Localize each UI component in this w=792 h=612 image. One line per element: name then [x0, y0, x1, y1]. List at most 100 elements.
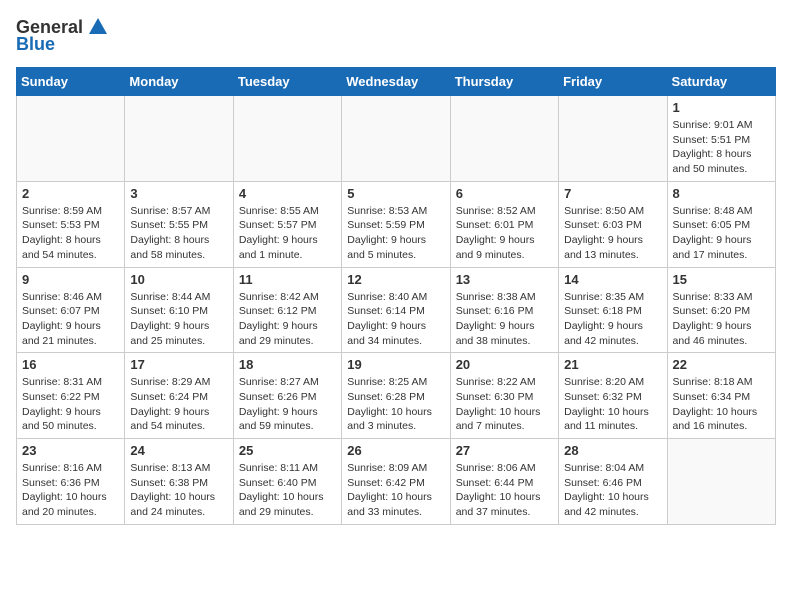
calendar-cell: 8Sunrise: 8:48 AM Sunset: 6:05 PM Daylig… — [667, 181, 775, 267]
calendar-week-row: 2 Sunrise: 8:59 AM Sunset: 5:53 PM Daylig… — [17, 181, 776, 267]
calendar-cell: 23 Sunrise: 8:16 AM Sunset: 6:36 PM Dayli… — [17, 439, 125, 525]
day-info: Sunrise: 8:06 AM Sunset: 6:44 PM Dayligh… — [456, 461, 553, 520]
calendar-cell: 26 Sunrise: 8:09 AM Sunset: 6:42 PM Dayli… — [342, 439, 450, 525]
calendar-cell: 5 Sunrise: 8:53 AM Sunset: 5:59 PM Daylig… — [342, 181, 450, 267]
day-number: 5 — [347, 186, 444, 201]
day-number: 16 — [22, 357, 119, 372]
day-number: 19 — [347, 357, 444, 372]
day-number: 25 — [239, 443, 336, 458]
calendar-cell: 3Sunrise: 8:57 AM Sunset: 5:55 PM Daylig… — [125, 181, 233, 267]
day-number: 12 — [347, 272, 444, 287]
calendar-cell — [233, 96, 341, 182]
day-info: Sunrise: 8:22 AM Sunset: 6:30 PM Dayligh… — [456, 375, 553, 434]
calendar-cell: 15 Sunrise: 8:33 AM Sunset: 6:20 PM Dayli… — [667, 267, 775, 353]
day-info: Sunrise: 8:16 AM Sunset: 6:36 PM Dayligh… — [22, 461, 119, 520]
calendar-cell: 16 Sunrise: 8:31 AM Sunset: 6:22 PM Dayli… — [17, 353, 125, 439]
weekday-header: Saturday — [667, 68, 775, 96]
calendar-cell — [342, 96, 450, 182]
calendar-cell: 10 Sunrise: 8:44 AM Sunset: 6:10 PM Dayli… — [125, 267, 233, 353]
day-number: 24 — [130, 443, 227, 458]
day-number: 26 — [347, 443, 444, 458]
day-number: 28 — [564, 443, 661, 458]
day-info: Sunrise: 8:44 AM Sunset: 6:10 PM Dayligh… — [130, 290, 227, 349]
day-number: 7 — [564, 186, 661, 201]
weekday-header: Friday — [559, 68, 667, 96]
weekday-header: Wednesday — [342, 68, 450, 96]
day-number: 21 — [564, 357, 661, 372]
calendar-week-row: 23 Sunrise: 8:16 AM Sunset: 6:36 PM Dayli… — [17, 439, 776, 525]
day-number: 23 — [22, 443, 119, 458]
calendar-cell — [17, 96, 125, 182]
calendar-cell — [125, 96, 233, 182]
logo-blue-text: Blue — [16, 34, 55, 55]
day-info: Sunrise: 8:52 AM Sunset: 6:01 PM Dayligh… — [456, 204, 553, 263]
day-info: Sunrise: 8:53 AM Sunset: 5:59 PM Dayligh… — [347, 204, 444, 263]
calendar-cell: 2 Sunrise: 8:59 AM Sunset: 5:53 PM Daylig… — [17, 181, 125, 267]
day-info: Sunrise: 8:48 AM Sunset: 6:05 PM Dayligh… — [673, 204, 770, 263]
calendar-cell: 27 Sunrise: 8:06 AM Sunset: 6:44 PM Dayli… — [450, 439, 558, 525]
day-number: 14 — [564, 272, 661, 287]
day-number: 9 — [22, 272, 119, 287]
day-info: Sunrise: 8:11 AM Sunset: 6:40 PM Dayligh… — [239, 461, 336, 520]
weekday-header: Monday — [125, 68, 233, 96]
calendar-cell: 28 Sunrise: 8:04 AM Sunset: 6:46 PM Dayli… — [559, 439, 667, 525]
day-info: Sunrise: 8:31 AM Sunset: 6:22 PM Dayligh… — [22, 375, 119, 434]
day-info: Sunrise: 8:18 AM Sunset: 6:34 PM Dayligh… — [673, 375, 770, 434]
day-number: 17 — [130, 357, 227, 372]
day-info: Sunrise: 8:55 AM Sunset: 5:57 PM Dayligh… — [239, 204, 336, 263]
day-number: 6 — [456, 186, 553, 201]
calendar-cell: 11Sunrise: 8:42 AM Sunset: 6:12 PM Dayli… — [233, 267, 341, 353]
calendar-cell: 17 Sunrise: 8:29 AM Sunset: 6:24 PM Dayli… — [125, 353, 233, 439]
calendar-cell: 24 Sunrise: 8:13 AM Sunset: 6:38 PM Dayli… — [125, 439, 233, 525]
day-number: 4 — [239, 186, 336, 201]
day-number: 2 — [22, 186, 119, 201]
calendar-cell: 7Sunrise: 8:50 AM Sunset: 6:03 PM Daylig… — [559, 181, 667, 267]
day-number: 18 — [239, 357, 336, 372]
calendar-cell: 18 Sunrise: 8:27 AM Sunset: 6:26 PM Dayli… — [233, 353, 341, 439]
day-number: 20 — [456, 357, 553, 372]
logo: General Blue — [16, 16, 109, 55]
day-info: Sunrise: 8:09 AM Sunset: 6:42 PM Dayligh… — [347, 461, 444, 520]
calendar-cell: 19Sunrise: 8:25 AM Sunset: 6:28 PM Dayli… — [342, 353, 450, 439]
calendar-cell: 25 Sunrise: 8:11 AM Sunset: 6:40 PM Dayli… — [233, 439, 341, 525]
day-info: Sunrise: 8:57 AM Sunset: 5:55 PM Dayligh… — [130, 204, 227, 263]
day-info: Sunrise: 8:13 AM Sunset: 6:38 PM Dayligh… — [130, 461, 227, 520]
day-number: 1 — [673, 100, 770, 115]
day-info: Sunrise: 8:27 AM Sunset: 6:26 PM Dayligh… — [239, 375, 336, 434]
day-info: Sunrise: 8:33 AM Sunset: 6:20 PM Dayligh… — [673, 290, 770, 349]
calendar-cell: 13Sunrise: 8:38 AM Sunset: 6:16 PM Dayli… — [450, 267, 558, 353]
calendar-cell: 1 Sunrise: 9:01 AM Sunset: 5:51 PM Daylig… — [667, 96, 775, 182]
calendar-cell — [450, 96, 558, 182]
calendar-cell: 21Sunrise: 8:20 AM Sunset: 6:32 PM Dayli… — [559, 353, 667, 439]
weekday-header: Tuesday — [233, 68, 341, 96]
day-info: Sunrise: 8:59 AM Sunset: 5:53 PM Dayligh… — [22, 204, 119, 263]
day-info: Sunrise: 9:01 AM Sunset: 5:51 PM Dayligh… — [673, 118, 770, 177]
calendar-week-row: 9 Sunrise: 8:46 AM Sunset: 6:07 PM Daylig… — [17, 267, 776, 353]
calendar-cell: 12Sunrise: 8:40 AM Sunset: 6:14 PM Dayli… — [342, 267, 450, 353]
calendar-cell: 14 Sunrise: 8:35 AM Sunset: 6:18 PM Dayli… — [559, 267, 667, 353]
day-info: Sunrise: 8:35 AM Sunset: 6:18 PM Dayligh… — [564, 290, 661, 349]
logo-icon — [87, 16, 109, 38]
calendar-cell: 9 Sunrise: 8:46 AM Sunset: 6:07 PM Daylig… — [17, 267, 125, 353]
calendar-week-row: 16 Sunrise: 8:31 AM Sunset: 6:22 PM Dayli… — [17, 353, 776, 439]
day-info: Sunrise: 8:04 AM Sunset: 6:46 PM Dayligh… — [564, 461, 661, 520]
header: General Blue — [16, 16, 776, 55]
day-number: 15 — [673, 272, 770, 287]
calendar-header-row: SundayMondayTuesdayWednesdayThursdayFrid… — [17, 68, 776, 96]
calendar-cell — [559, 96, 667, 182]
weekday-header: Thursday — [450, 68, 558, 96]
day-number: 22 — [673, 357, 770, 372]
calendar-cell: 6 Sunrise: 8:52 AM Sunset: 6:01 PM Daylig… — [450, 181, 558, 267]
day-info: Sunrise: 8:29 AM Sunset: 6:24 PM Dayligh… — [130, 375, 227, 434]
day-number: 11 — [239, 272, 336, 287]
day-number: 27 — [456, 443, 553, 458]
calendar-cell: 4 Sunrise: 8:55 AM Sunset: 5:57 PM Daylig… — [233, 181, 341, 267]
calendar: SundayMondayTuesdayWednesdayThursdayFrid… — [16, 67, 776, 525]
day-info: Sunrise: 8:38 AM Sunset: 6:16 PM Dayligh… — [456, 290, 553, 349]
day-number: 10 — [130, 272, 227, 287]
weekday-header: Sunday — [17, 68, 125, 96]
calendar-cell — [667, 439, 775, 525]
day-info: Sunrise: 8:46 AM Sunset: 6:07 PM Dayligh… — [22, 290, 119, 349]
calendar-week-row: 1 Sunrise: 9:01 AM Sunset: 5:51 PM Daylig… — [17, 96, 776, 182]
calendar-cell: 20 Sunrise: 8:22 AM Sunset: 6:30 PM Dayli… — [450, 353, 558, 439]
